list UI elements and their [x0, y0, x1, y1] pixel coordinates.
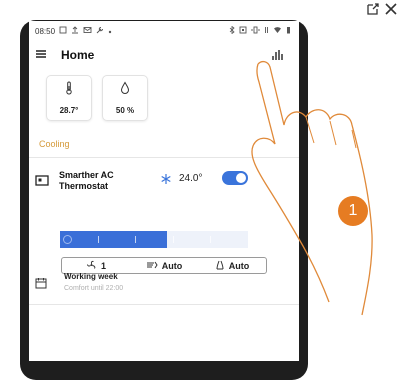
- slider-tick: [210, 236, 212, 243]
- temperature-tile[interactable]: 28.7°: [46, 75, 92, 121]
- temperature-value: 28.7°: [59, 106, 79, 115]
- auto-mode-icon: [215, 260, 225, 272]
- fan-icon: [86, 260, 97, 272]
- level-slider[interactable]: [60, 231, 248, 248]
- slider-tick: [97, 236, 99, 243]
- mail-icon: [83, 26, 92, 36]
- battery-icon: [286, 26, 291, 36]
- dot-icon: [108, 27, 112, 36]
- bluetooth-icon: [229, 25, 235, 36]
- wrench-icon: [96, 26, 104, 36]
- window-controls: [366, 2, 398, 16]
- nfc-icon: [239, 26, 247, 36]
- clock: 08:50: [35, 26, 56, 36]
- device-name: Smarther AC Thermostat: [59, 170, 114, 191]
- mode-value: Auto: [228, 260, 250, 271]
- thermometer-icon: [65, 81, 73, 100]
- open-external-icon[interactable]: [366, 2, 380, 16]
- callout-badge: 1: [338, 196, 368, 226]
- snowflake-icon: [160, 172, 172, 190]
- slider-tick: [172, 236, 174, 243]
- fan-speed-value: 1: [100, 260, 106, 271]
- humidity-drop-icon: [120, 81, 130, 100]
- page-title: Home: [61, 48, 95, 62]
- humidity-value: 50 %: [115, 106, 135, 115]
- pointing-hand-icon: [251, 60, 373, 316]
- calendar-icon: [35, 276, 47, 294]
- slider-knob[interactable]: [63, 235, 72, 244]
- status-bar: 08:50: [29, 21, 299, 41]
- slider-fill: [60, 231, 168, 248]
- close-icon[interactable]: [384, 2, 398, 16]
- slider-tick: [135, 236, 137, 243]
- notification-icon: [59, 26, 67, 36]
- swing-icon: [146, 260, 158, 272]
- program-title: Working week: [64, 272, 118, 281]
- humidity-tile[interactable]: 50 %: [102, 75, 148, 121]
- swing-value: Auto: [161, 260, 183, 271]
- vibrate-icon: [251, 26, 260, 36]
- thermostat-device-icon: [35, 173, 49, 191]
- setpoint-value: 24.0°: [179, 173, 203, 184]
- menu-icon[interactable]: [35, 46, 47, 64]
- power-toggle[interactable]: [222, 171, 248, 185]
- fan-speed-button[interactable]: 1: [62, 260, 130, 272]
- swing-button[interactable]: Auto: [130, 260, 198, 272]
- wifi-icon: [273, 26, 282, 36]
- program-subtitle: Comfort until 22:00: [64, 285, 124, 292]
- data-icon: [264, 26, 269, 36]
- upload-icon: [71, 26, 79, 36]
